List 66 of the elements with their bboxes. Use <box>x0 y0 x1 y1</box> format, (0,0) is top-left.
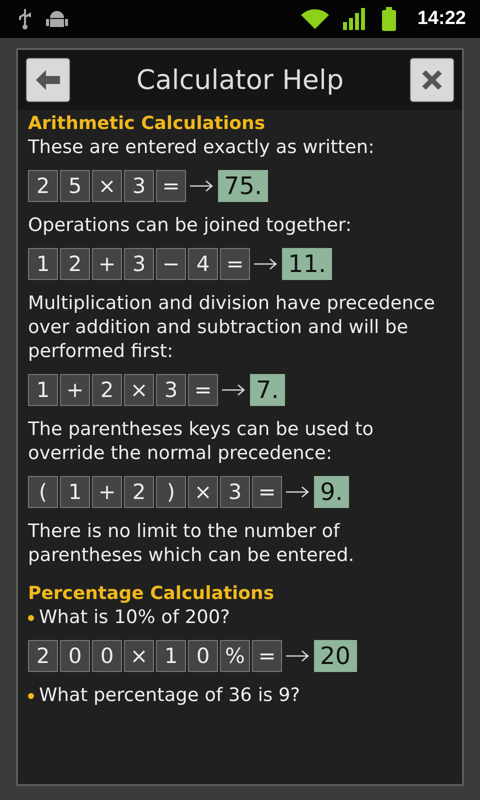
key-cap: ( <box>28 476 58 508</box>
dialog-title: Calculator Help <box>135 64 345 96</box>
key-cap: = <box>220 248 250 280</box>
help-text: Operations can be joined together: <box>28 214 353 238</box>
arrow-icon <box>222 383 246 397</box>
key-cap: 3 <box>156 374 186 406</box>
wifi-icon <box>301 8 330 30</box>
key-cap: 1 <box>28 248 58 280</box>
key-cap: 0 <box>188 640 218 672</box>
arrow-icon <box>254 257 278 271</box>
key-cap: = <box>252 476 282 508</box>
key-cap: 3 <box>220 476 250 508</box>
key-cap: % <box>220 640 250 672</box>
key-cap: = <box>252 640 282 672</box>
battery-icon <box>381 7 398 31</box>
key-cap: 1 <box>156 640 186 672</box>
result-display: 11. <box>282 248 332 280</box>
key-cap: + <box>92 248 122 280</box>
key-cap: + <box>92 476 122 508</box>
key-cap: × <box>92 170 122 202</box>
help-text: Multiplication and division have precedence over addition and subtraction and will be performed first: <box>28 292 436 364</box>
result-display: 20 <box>314 640 357 672</box>
key-cap: 5 <box>60 170 90 202</box>
section-heading: Percentage Calculations <box>28 582 276 606</box>
key-cap: 1 <box>60 476 90 508</box>
key-cap: = <box>156 170 186 202</box>
help-text: The parentheses keys can be used to override the normal precedence: <box>28 418 375 466</box>
back-button[interactable] <box>26 58 70 102</box>
key-cap: 3 <box>124 170 154 202</box>
key-cap: 1 <box>28 374 58 406</box>
key-cap: × <box>124 374 154 406</box>
close-icon <box>421 69 443 91</box>
key-cap: ) <box>156 476 186 508</box>
signal-icon <box>343 8 368 30</box>
key-cap: 2 <box>28 170 58 202</box>
key-cap: 2 <box>92 374 122 406</box>
key-cap: 2 <box>28 640 58 672</box>
bullet-dot <box>28 615 34 621</box>
section-heading: Arithmetic Calculations <box>28 112 266 136</box>
usb-icon <box>18 8 32 30</box>
close-button[interactable] <box>410 58 454 102</box>
key-cap: × <box>188 476 218 508</box>
key-cap: 2 <box>124 476 154 508</box>
key-cap: × <box>124 640 154 672</box>
key-cap: 4 <box>188 248 218 280</box>
arrow-icon <box>286 485 310 499</box>
question-text: What is 10% of 200? <box>39 606 230 630</box>
arrow-icon <box>190 179 214 193</box>
result-display: 75. <box>218 170 268 202</box>
result-display: 7. <box>250 374 285 406</box>
key-cap: 3 <box>124 248 154 280</box>
key-cap: 2 <box>60 248 90 280</box>
result-display: 9. <box>314 476 349 508</box>
key-cap: 0 <box>60 640 90 672</box>
back-arrow-icon <box>35 69 61 91</box>
key-cap: = <box>188 374 218 406</box>
key-cap: 0 <box>92 640 122 672</box>
question-text: What percentage of 36 is 9? <box>39 684 300 708</box>
help-text: There is no limit to the number of parentheses which can be entered. <box>28 520 356 568</box>
key-cap: − <box>156 248 186 280</box>
arrow-icon <box>286 649 310 663</box>
android-icon <box>46 9 68 29</box>
clock: 14:22 <box>417 8 466 30</box>
help-text: These are entered exactly as written: <box>28 136 376 160</box>
bullet-dot <box>28 693 34 699</box>
key-cap: + <box>60 374 90 406</box>
